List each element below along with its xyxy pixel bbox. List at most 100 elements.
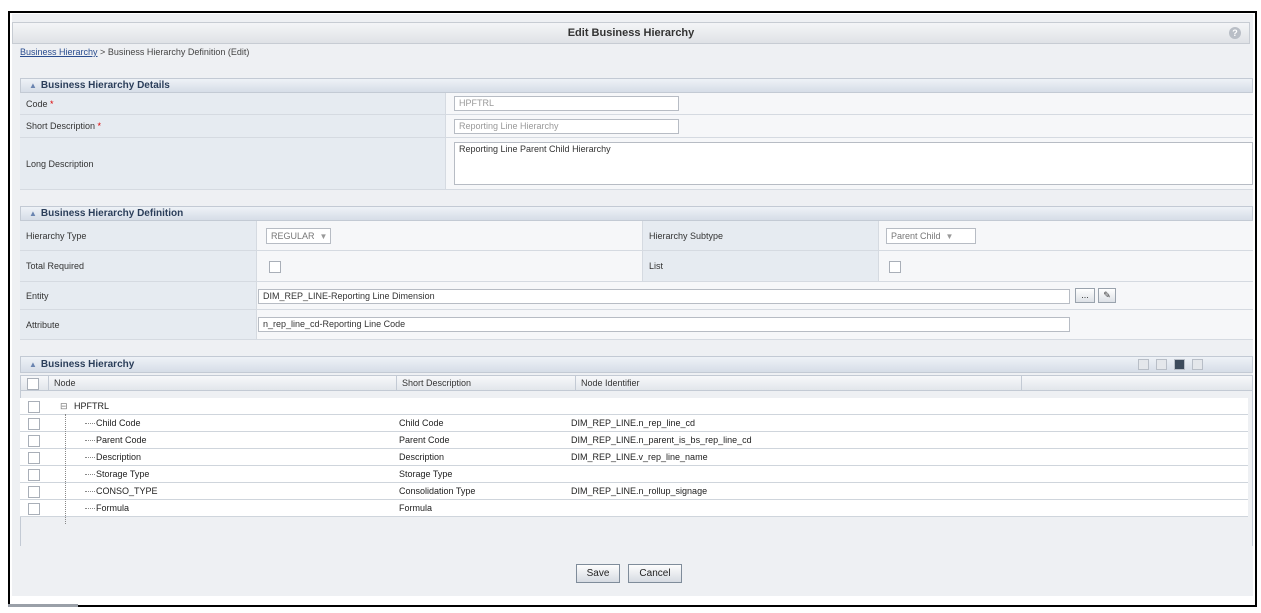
column-header-node[interactable]: Node [49, 376, 397, 390]
entity-label-cell: Entity [20, 282, 257, 309]
row-checkbox[interactable] [28, 452, 40, 464]
hierarchy-panel-title: Business Hierarchy [40, 359, 135, 370]
long-description-label-cell: Long Description [20, 138, 446, 189]
collapse-icon[interactable]: ▲ [29, 81, 37, 90]
edit-icon[interactable] [1174, 359, 1185, 370]
total-required-value-cell [257, 251, 643, 281]
help-icon[interactable]: ? [1229, 27, 1241, 39]
short-description-input[interactable]: Reporting Line Hierarchy [454, 119, 679, 134]
hierarchy-type-select[interactable]: REGULAR ▼ [266, 228, 331, 244]
total-required-label: Total Required [26, 261, 85, 271]
tree-connector [65, 414, 66, 524]
long-description-label: Long Description [26, 158, 94, 169]
node-name: CONSO_TYPE [96, 486, 158, 496]
total-required-label-cell: Total Required [20, 251, 257, 281]
table-row[interactable]: Storage Type Storage Type [20, 466, 1248, 483]
hierarchy-type-select-value: REGULAR [271, 231, 315, 241]
node-short-description: Parent Code [399, 435, 450, 445]
entity-input[interactable]: DIM_REP_LINE-Reporting Line Dimension [258, 289, 1070, 304]
entity-label: Entity [26, 290, 49, 301]
select-all-cell [21, 376, 49, 390]
window-title: Edit Business Hierarchy [567, 27, 695, 39]
list-checkbox[interactable] [889, 261, 901, 273]
tree-root-label: HPFTRL [74, 401, 110, 411]
row-checkbox[interactable] [28, 401, 40, 413]
tree-branch [85, 440, 95, 441]
breadcrumb-link-business-hierarchy[interactable]: Business Hierarchy [20, 47, 98, 57]
view-icon[interactable] [1156, 359, 1167, 370]
collapse-icon[interactable]: ▲ [29, 360, 37, 369]
tree-branch [85, 508, 95, 509]
cancel-button[interactable]: Cancel [628, 564, 682, 583]
node-identifier: DIM_REP_LINE.n_rollup_signage [571, 486, 708, 496]
clear-eraser-icon[interactable]: ✎ [1098, 288, 1116, 303]
attribute-label-cell: Attribute [20, 310, 257, 339]
attribute-label: Attribute [26, 319, 60, 330]
row-checkbox[interactable] [28, 486, 40, 498]
tree-branch [85, 491, 95, 492]
chevron-down-icon: ▼ [319, 232, 328, 241]
row-checkbox[interactable] [28, 469, 40, 481]
row-checkbox[interactable] [28, 435, 40, 447]
short-description-label: Short Description [26, 121, 96, 131]
details-panel-header[interactable]: ▲ Business Hierarchy Details [20, 78, 1253, 93]
table-row[interactable]: CONSO_TYPE Consolidation Type DIM_REP_LINE… [20, 483, 1248, 500]
hierarchy-type-label-cell: Hierarchy Type [20, 221, 257, 250]
short-description-row: Short Description * Reporting Line Hiera… [20, 115, 1253, 138]
entity-browse-button[interactable]: ... [1075, 288, 1095, 303]
node-name: Storage Type [96, 469, 150, 479]
hierarchy-subtype-select-value: Parent Child [891, 231, 941, 241]
delete-icon[interactable] [1192, 359, 1203, 370]
collapse-icon[interactable]: ▲ [29, 209, 37, 218]
attribute-input[interactable]: n_rep_line_cd-Reporting Line Code [258, 317, 1070, 332]
row-checkbox[interactable] [28, 418, 40, 430]
table-row[interactable]: Parent Code Parent Code DIM_REP_LINE.n_par… [20, 432, 1248, 449]
code-row: Code * HPFTRL [20, 93, 1253, 115]
column-header-short-description[interactable]: Short Description [397, 376, 576, 390]
node-name: Parent Code [96, 435, 147, 445]
breadcrumb: Business Hierarchy > Business Hierarchy … [20, 47, 249, 57]
window-title-bar: Edit Business Hierarchy ? [12, 22, 1250, 44]
table-row[interactable]: Formula Formula [20, 500, 1248, 517]
breadcrumb-separator: > [100, 47, 106, 57]
table-row[interactable]: Description Description DIM_REP_LINE.v_rep… [20, 449, 1248, 466]
collapse-tree-icon[interactable]: ⊟ [60, 398, 68, 414]
hierarchy-subtype-label: Hierarchy Subtype [649, 230, 724, 241]
horizontal-scrollbar[interactable] [8, 604, 78, 607]
hierarchy-panel-header[interactable]: ▲ Business Hierarchy [20, 356, 1253, 373]
row-checkbox[interactable] [28, 503, 40, 515]
list-value-cell [879, 251, 1253, 281]
details-panel-title: Business Hierarchy Details [40, 80, 170, 91]
node-identifier: DIM_REP_LINE.n_rep_line_cd [571, 418, 696, 428]
select-all-checkbox[interactable] [27, 378, 39, 390]
table-row[interactable]: Child Code Child Code DIM_REP_LINE.n_rep_l… [20, 415, 1248, 432]
code-input[interactable]: HPFTRL [454, 96, 679, 111]
column-header-node-identifier[interactable]: Node Identifier [576, 376, 1022, 390]
node-short-description: Child Code [399, 418, 444, 428]
code-label: Code [26, 98, 48, 109]
node-name: Description [96, 452, 142, 462]
definition-panel-header[interactable]: ▲ Business Hierarchy Definition [20, 206, 1253, 221]
total-required-checkbox[interactable] [269, 261, 281, 273]
node-short-description: Consolidation Type [399, 486, 476, 496]
tree-branch [85, 423, 95, 424]
tree-root-row[interactable]: ⊟ HPFTRL [20, 398, 1248, 415]
node-name: Formula [96, 503, 130, 513]
add-icon[interactable] [1138, 359, 1149, 370]
save-button[interactable]: Save [576, 564, 620, 583]
hierarchy-type-label: Hierarchy Type [26, 230, 87, 241]
node-short-description: Storage Type [399, 469, 453, 479]
required-marker: * [50, 98, 54, 109]
node-name: Child Code [96, 418, 141, 428]
node-short-description: Formula [399, 503, 433, 513]
tree-branch [85, 474, 95, 475]
breadcrumb-current: Business Hierarchy Definition (Edit) [107, 47, 250, 57]
required-marker: * [97, 121, 102, 131]
definition-panel-title: Business Hierarchy Definition [40, 208, 184, 219]
hierarchy-subtype-select[interactable]: Parent Child ▼ [886, 228, 976, 244]
short-description-label-cell: Short Description * [20, 115, 446, 137]
hierarchy-subtype-label-cell: Hierarchy Subtype [643, 221, 879, 250]
node-identifier: DIM_REP_LINE.n_parent_is_bs_rep_line_cd [571, 435, 752, 445]
long-description-textarea[interactable]: Reporting Line Parent Child Hierarchy [454, 142, 1253, 185]
total-required-row: Total Required List [20, 251, 1253, 282]
